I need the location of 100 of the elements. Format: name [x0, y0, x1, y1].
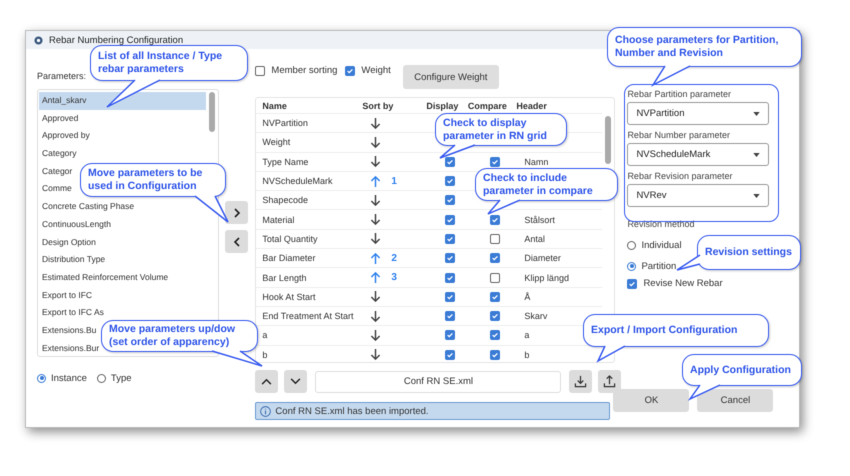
- parameter-item[interactable]: Extensions.Bu: [39, 322, 96, 340]
- display-checkbox[interactable]: [445, 156, 456, 167]
- display-checkbox[interactable]: [445, 311, 456, 322]
- check-icon: [446, 234, 454, 243]
- configure-weight-button[interactable]: Configure Weight: [402, 65, 499, 89]
- chevron-right-icon: [232, 208, 242, 218]
- up-arrow-icon[interactable]: [370, 252, 382, 265]
- display-checkbox[interactable]: [445, 253, 456, 264]
- compare-checkbox[interactable]: [490, 214, 500, 225]
- compare-checkbox[interactable]: [490, 350, 500, 360]
- scope-radio[interactable]: Type: [96, 369, 132, 387]
- parameter-item[interactable]: Extensions.Bur: [39, 340, 100, 356]
- column-header: Header: [515, 100, 548, 110]
- parameter-item[interactable]: Antal_skarv: [39, 92, 206, 110]
- display-checkbox[interactable]: [445, 234, 456, 244]
- check-icon: [491, 158, 500, 166]
- parameter-item[interactable]: Categor: [39, 162, 72, 180]
- down-arrow-icon[interactable]: [370, 194, 382, 207]
- down-arrow-icon[interactable]: [370, 116, 382, 130]
- callout-tail: [688, 384, 720, 401]
- check-icon: [491, 350, 500, 359]
- parameter-item[interactable]: Category: [39, 145, 76, 163]
- check-icon: [628, 280, 636, 288]
- option-checkbox[interactable]: Member sorting: [255, 65, 338, 76]
- parameter-dropdown[interactable]: NVPartition: [627, 102, 770, 125]
- column-header: Compare: [466, 100, 508, 110]
- check-icon: [491, 216, 500, 224]
- display-checkbox[interactable]: [445, 292, 456, 302]
- down-arrow-icon[interactable]: [370, 348, 382, 362]
- table-cell-text: Hook At Start: [261, 292, 316, 302]
- down-arrow-icon[interactable]: [370, 213, 382, 226]
- table-cell-text: Bar Diameter: [261, 253, 316, 264]
- display-checkbox[interactable]: [445, 330, 456, 340]
- table-cell-text: NVPartition: [261, 118, 309, 128]
- parameter-item[interactable]: Distribution Type: [39, 251, 106, 269]
- display-checkbox[interactable]: [445, 195, 456, 206]
- column-header: Display: [425, 100, 460, 110]
- sort-order: 2: [391, 252, 397, 264]
- column-header: Name: [261, 100, 288, 110]
- compare-checkbox[interactable]: [490, 253, 500, 264]
- cancel-button[interactable]: Cancel: [697, 389, 774, 412]
- chevron-up-icon: [261, 378, 272, 385]
- check-icon: [446, 274, 454, 282]
- down-arrow-icon[interactable]: [370, 290, 382, 304]
- compare-checkbox[interactable]: [490, 234, 500, 244]
- check-icon: [491, 254, 500, 262]
- add-parameter-button[interactable]: [225, 201, 248, 224]
- compare-checkbox[interactable]: [490, 272, 500, 283]
- compare-checkbox[interactable]: [490, 311, 500, 322]
- up-arrow-icon[interactable]: [370, 174, 382, 188]
- display-checkbox[interactable]: [445, 272, 456, 283]
- parameter-item[interactable]: Design Option: [39, 234, 96, 252]
- down-arrow-icon[interactable]: [370, 136, 382, 149]
- parameter-item[interactable]: Export to IFC: [39, 286, 92, 304]
- check-icon: [446, 254, 454, 262]
- ok-button[interactable]: OK: [613, 389, 690, 412]
- dropdown-caret-icon: [753, 194, 760, 198]
- parameter-dropdown[interactable]: NVRev: [627, 184, 770, 207]
- revision-radio[interactable]: Partition: [627, 257, 676, 275]
- down-arrow-icon[interactable]: [370, 310, 382, 323]
- display-checkbox[interactable]: [445, 176, 456, 186]
- parameter-item[interactable]: Approved: [39, 110, 78, 128]
- scrollbar-thumb[interactable]: [208, 92, 215, 132]
- sort-order: 3: [391, 272, 397, 284]
- export-button[interactable]: [598, 370, 622, 393]
- move-down-button[interactable]: [284, 370, 308, 393]
- compare-checkbox[interactable]: [490, 292, 500, 302]
- column-header: Sort by: [362, 100, 394, 110]
- table-cell: Diameter: [524, 253, 561, 264]
- table-cell: a: [524, 330, 530, 340]
- down-arrow-icon[interactable]: [370, 232, 382, 246]
- scope-radio[interactable]: Instance: [37, 369, 87, 387]
- revise-new-checkbox[interactable]: Revise New Rebar: [627, 278, 723, 289]
- down-arrow-icon[interactable]: [370, 155, 382, 168]
- parameter-item[interactable]: ContinuousLength: [39, 216, 112, 234]
- option-checkbox[interactable]: Weight: [345, 65, 391, 76]
- parameter-item[interactable]: Concrete Casting Phase: [39, 198, 134, 216]
- table-cell: Klipp längd: [524, 272, 569, 283]
- status-text: Conf RN SE.xml has been imported.: [275, 406, 429, 416]
- compare-checkbox[interactable]: [490, 330, 500, 340]
- compare-checkbox[interactable]: [490, 156, 500, 167]
- callout-tail: [194, 195, 229, 223]
- display-checkbox[interactable]: [445, 214, 456, 225]
- table-cell: Antal: [524, 234, 545, 244]
- callout-tail: [487, 199, 520, 215]
- parameter-item[interactable]: Estimated Reinforcement Volume: [39, 268, 168, 287]
- remove-parameter-button[interactable]: [225, 230, 248, 253]
- parameter-item[interactable]: Approved by: [39, 127, 90, 146]
- scrollbar-thumb[interactable]: [605, 116, 612, 164]
- display-checkbox[interactable]: [445, 350, 456, 360]
- parameter-item[interactable]: Comme: [39, 180, 72, 198]
- parameter-dropdown[interactable]: NVScheduleMark: [627, 143, 770, 166]
- import-button[interactable]: [569, 370, 592, 393]
- revision-method-label: Revision method: [627, 219, 694, 229]
- revision-radio[interactable]: Individual: [627, 236, 682, 254]
- parameter-item[interactable]: Export to IFC As: [39, 304, 104, 322]
- up-arrow-icon[interactable]: [370, 271, 382, 284]
- move-up-button[interactable]: [255, 370, 278, 393]
- file-name-field[interactable]: Conf RN SE.xml: [315, 370, 562, 392]
- down-arrow-icon[interactable]: [370, 328, 382, 342]
